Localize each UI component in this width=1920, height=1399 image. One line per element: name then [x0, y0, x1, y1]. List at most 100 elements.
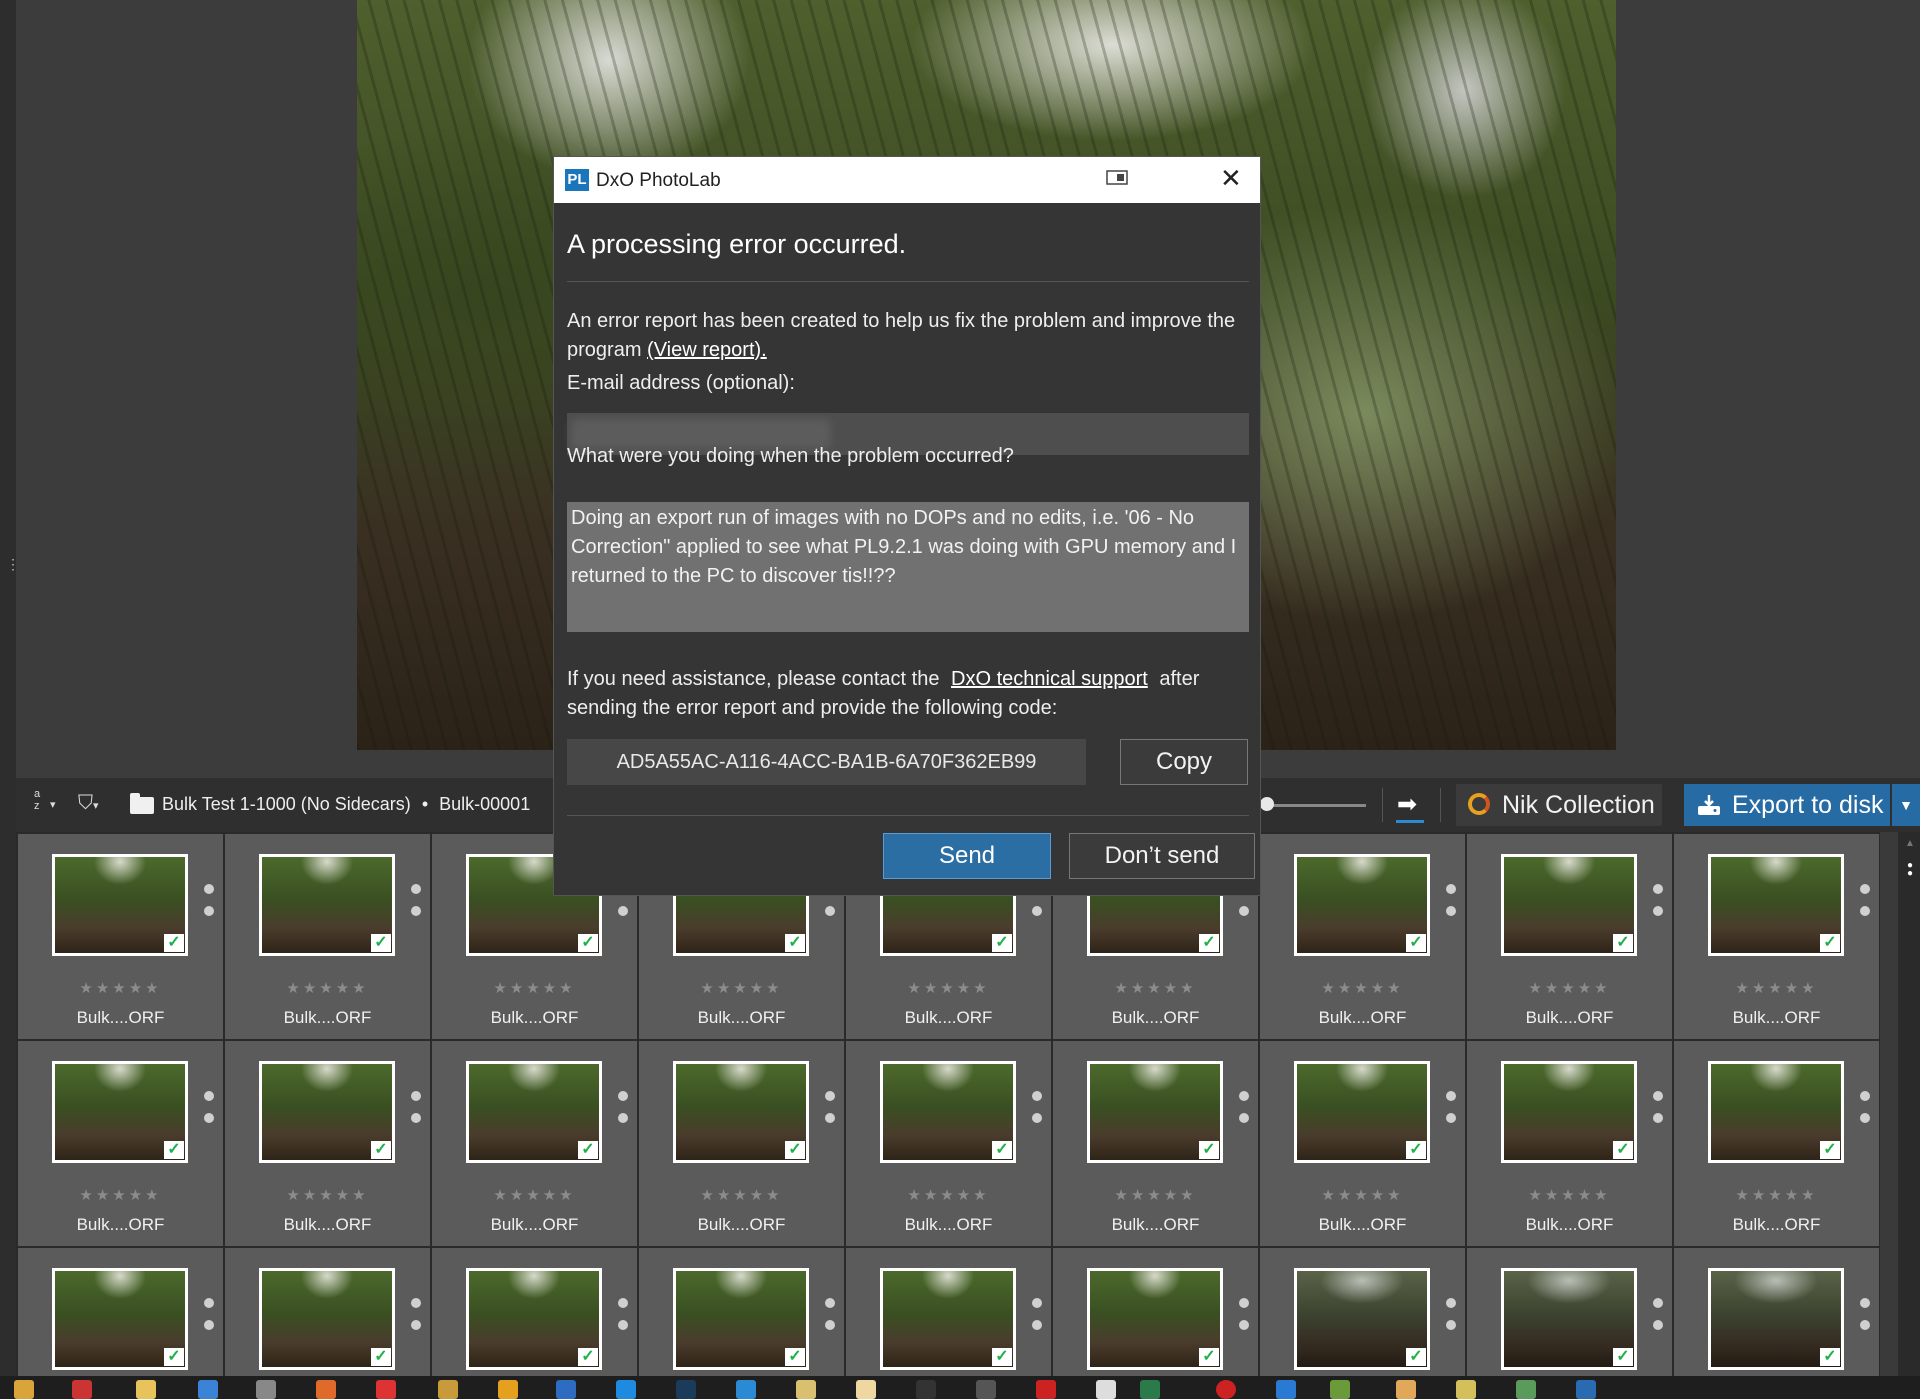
thumbnail-image[interactable]: ✓ — [1087, 1061, 1223, 1163]
slider-handle[interactable] — [1260, 797, 1274, 811]
thumbnail-image[interactable]: ✓ — [880, 1268, 1016, 1370]
folder-icon[interactable] — [136, 1380, 156, 1399]
thumbnail-cell[interactable]: ✓★★★★★Bulk....ORF — [1260, 1041, 1465, 1246]
filter-icon[interactable]: ⛉▾ — [78, 792, 99, 815]
star-rating[interactable]: ★★★★★ — [1674, 979, 1879, 997]
app-icon[interactable] — [1276, 1380, 1296, 1399]
thumbnail-image[interactable]: ✓ — [466, 1268, 602, 1370]
thumbnail-status-dots[interactable] — [411, 1298, 421, 1342]
thumbnail-image[interactable]: ✓ — [259, 854, 395, 956]
export-to-disk-button[interactable]: Export to disk — [1684, 784, 1890, 826]
thumbnail-status-dots[interactable] — [618, 1298, 628, 1342]
error-code-field[interactable]: AD5A55AC-A116-4ACC-BA1B-6A70F362EB99 — [567, 739, 1086, 785]
thumbnail-cell[interactable]: ✓★★★★★Bulk....ORF — [432, 1248, 637, 1376]
view-report-link[interactable]: (View report). — [647, 339, 767, 361]
star-rating[interactable]: ★★★★★ — [18, 1186, 223, 1204]
chevron-down-icon[interactable]: ▼ — [1892, 784, 1920, 826]
left-panel-collapsed[interactable]: ⋮ — [0, 0, 20, 1376]
technical-support-link[interactable]: DxO technical support — [951, 668, 1148, 690]
app-icon[interactable] — [796, 1380, 816, 1399]
thumbnail-cell[interactable]: ✓★★★★★Bulk....ORF — [1053, 1248, 1258, 1376]
thumbnail-status-dots[interactable] — [204, 1298, 214, 1342]
thumbnail-cell[interactable]: ✓★★★★★Bulk....ORF — [639, 1248, 844, 1376]
arrow-right-icon[interactable]: ➡ — [1397, 790, 1417, 819]
app-icon[interactable] — [1096, 1380, 1116, 1399]
thumbnail-cell[interactable]: ✓★★★★★Bulk....ORF — [1467, 1041, 1672, 1246]
star-rating[interactable]: ★★★★★ — [846, 979, 1051, 997]
thumbnail-image[interactable]: ✓ — [259, 1268, 395, 1370]
thumbnail-cell[interactable]: ✓★★★★★Bulk....ORF — [1053, 1041, 1258, 1246]
thumbnail-status-dots[interactable] — [1860, 1091, 1870, 1135]
app-icon[interactable] — [1330, 1380, 1350, 1399]
thumbnail-image[interactable]: ✓ — [1501, 1268, 1637, 1370]
thumbnail-image[interactable]: ✓ — [673, 1061, 809, 1163]
thumbnail-image[interactable]: ✓ — [52, 854, 188, 956]
thumbnail-image[interactable]: ✓ — [1708, 854, 1844, 956]
star-rating[interactable]: ★★★★★ — [639, 1186, 844, 1204]
app-icon[interactable] — [376, 1380, 396, 1399]
thumbnail-image[interactable]: ✓ — [1708, 1061, 1844, 1163]
star-rating[interactable]: ★★★★★ — [225, 1186, 430, 1204]
star-rating[interactable]: ★★★★★ — [1674, 1186, 1879, 1204]
thumbnail-status-dots[interactable] — [1860, 884, 1870, 928]
copy-button[interactable]: Copy — [1120, 739, 1248, 785]
close-icon[interactable]: ✕ — [1220, 165, 1242, 191]
nik-collection-button[interactable]: Nik Collection — [1456, 784, 1662, 826]
breadcrumb-folder[interactable]: Bulk Test 1-1000 (No Sidecars) — [162, 794, 411, 814]
thumbnail-image[interactable]: ✓ — [1087, 1268, 1223, 1370]
thumbnail-image[interactable]: ✓ — [1708, 1268, 1844, 1370]
thumbnail-status-dots[interactable] — [1032, 1091, 1042, 1135]
star-rating[interactable]: ★★★★★ — [1053, 979, 1258, 997]
thumbnail-status-dots[interactable] — [1239, 1091, 1249, 1135]
thumbnail-cell[interactable]: ✓★★★★★Bulk....ORF — [1467, 1248, 1672, 1376]
app-icon[interactable] — [72, 1380, 92, 1399]
app-icon[interactable] — [1216, 1380, 1236, 1399]
app-icon[interactable] — [498, 1380, 518, 1399]
thumbnail-image[interactable]: ✓ — [52, 1061, 188, 1163]
thumbnail-cell[interactable]: ✓★★★★★Bulk....ORF — [18, 1041, 223, 1246]
app-icon[interactable] — [1396, 1380, 1416, 1399]
thumbnail-image[interactable]: ✓ — [52, 1268, 188, 1370]
thumbnail-cell[interactable]: ✓★★★★★Bulk....ORF — [18, 834, 223, 1039]
star-rating[interactable]: ★★★★★ — [18, 979, 223, 997]
app-icon[interactable] — [1516, 1380, 1536, 1399]
star-rating[interactable]: ★★★★★ — [1467, 979, 1672, 997]
thumbnail-status-dots[interactable] — [825, 1091, 835, 1135]
app-icon[interactable] — [556, 1380, 576, 1399]
thumbnail-cell[interactable]: ✓★★★★★Bulk....ORF — [846, 1248, 1051, 1376]
star-rating[interactable]: ★★★★★ — [639, 979, 844, 997]
thumbnail-cell[interactable]: ✓★★★★★Bulk....ORF — [1674, 1041, 1879, 1246]
app-icon[interactable] — [1456, 1380, 1476, 1399]
thumbnail-status-dots[interactable] — [1032, 1298, 1042, 1342]
app-icon[interactable] — [1576, 1380, 1596, 1399]
star-rating[interactable]: ★★★★★ — [1260, 979, 1465, 997]
star-rating[interactable]: ★★★★★ — [846, 1186, 1051, 1204]
app-icon[interactable] — [676, 1380, 696, 1399]
problem-description-textarea[interactable]: Doing an export run of images with no DO… — [567, 502, 1249, 632]
thumbnail-cell[interactable]: ✓★★★★★Bulk....ORF — [1260, 1248, 1465, 1376]
thumbnail-cell[interactable]: ✓★★★★★Bulk....ORF — [639, 1041, 844, 1246]
thumbnail-image[interactable]: ✓ — [673, 1268, 809, 1370]
breadcrumb-file[interactable]: Bulk-00001 — [439, 794, 530, 814]
scroll-up-icon[interactable]: ▲ — [1905, 838, 1915, 849]
thumbnail-status-dots[interactable] — [204, 884, 214, 928]
thumbnail-status-dots[interactable] — [1860, 1298, 1870, 1342]
thumbnail-cell[interactable]: ✓★★★★★Bulk....ORF — [432, 1041, 637, 1246]
scrollbar[interactable] — [1898, 832, 1920, 1376]
thumbnail-status-dots[interactable] — [1446, 1298, 1456, 1342]
star-rating[interactable]: ★★★★★ — [432, 979, 637, 997]
thumbnail-cell[interactable]: ✓★★★★★Bulk....ORF — [18, 1248, 223, 1376]
star-rating[interactable]: ★★★★★ — [1467, 1186, 1672, 1204]
thumbnail-image[interactable]: ✓ — [259, 1061, 395, 1163]
app-icon[interactable] — [14, 1380, 34, 1399]
thumbnail-image[interactable]: ✓ — [1501, 854, 1637, 956]
thumbnail-cell[interactable]: ✓★★★★★Bulk....ORF — [225, 1248, 430, 1376]
star-rating[interactable]: ★★★★★ — [225, 979, 430, 997]
thumbnail-status-dots[interactable] — [411, 1091, 421, 1135]
thumbnail-status-dots[interactable] — [618, 1091, 628, 1135]
thumbnail-cell[interactable]: ✓★★★★★Bulk....ORF — [225, 834, 430, 1039]
thumbnail-status-dots[interactable] — [1653, 1298, 1663, 1342]
thumbnail-cell[interactable]: ✓★★★★★Bulk....ORF — [225, 1041, 430, 1246]
thumbnail-cell[interactable]: ✓★★★★★Bulk....ORF — [846, 1041, 1051, 1246]
thumbnail-image[interactable]: ✓ — [1501, 1061, 1637, 1163]
